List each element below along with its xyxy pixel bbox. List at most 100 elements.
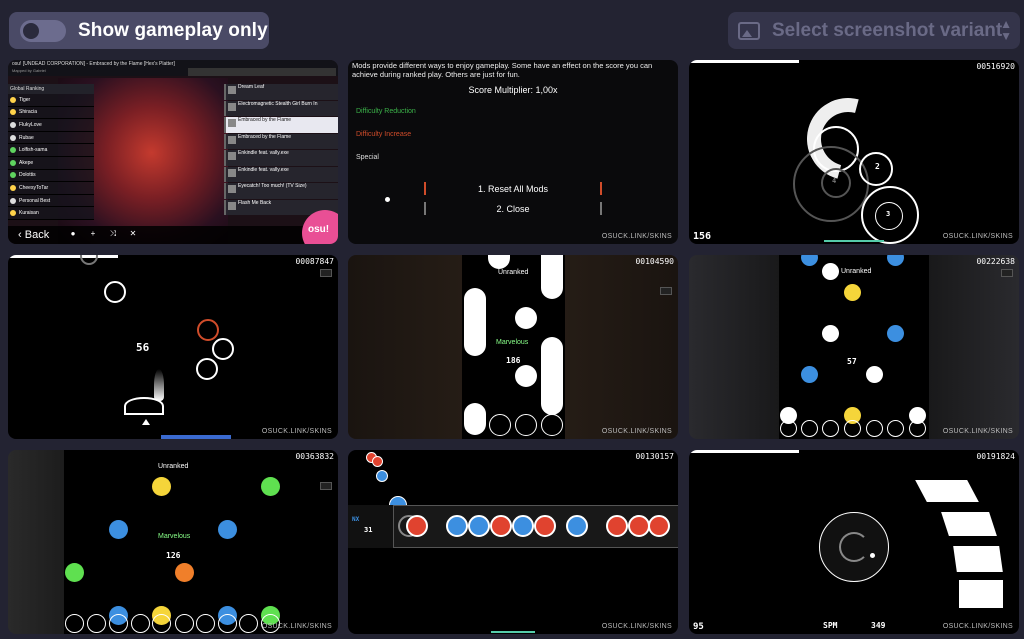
toggle-switch[interactable] — [20, 19, 66, 42]
song-select-footer: ‹ Back ● + ⤨ ✕ — [8, 226, 338, 244]
progress-bar — [161, 435, 231, 439]
player-name: FlukyLove — [19, 121, 42, 128]
screenshot-variant-select[interactable]: Select screenshot variant ▲ ▼ — [728, 12, 1020, 49]
song-list: Dream Leaf Electromagnetic Stealth Girl B… — [224, 84, 338, 215]
song-thumbnail — [228, 119, 236, 127]
gameplay-only-toggle[interactable]: Show gameplay only — [9, 12, 269, 49]
cursor-icon — [142, 419, 150, 425]
screenshot-standard-gameplay-2[interactable]: 00087847 56 OSUCK.LINK/SKINS — [8, 255, 338, 439]
combo-number: 126 — [166, 551, 181, 560]
song-thumbnail — [228, 201, 236, 210]
song-item: Dream Leaf — [224, 84, 338, 100]
song-name: Enkindle feat. vally.exe — [238, 166, 289, 173]
spinner-inner — [839, 532, 869, 562]
screenshot-mania-7k[interactable]: Unranked 57 00222638 OSUCK.LINK/SKINS — [689, 255, 1019, 439]
chevron-updown-icon: ▲ ▼ — [1000, 17, 1012, 43]
rank-icon — [10, 197, 16, 204]
rank-icon — [10, 109, 16, 116]
rank-icon — [10, 210, 16, 217]
hold-note-3 — [541, 337, 563, 415]
note-blue-4 — [566, 515, 588, 537]
leaderboard-row: Shiracia — [8, 106, 94, 120]
screenshot-spinner[interactable]: 00191824 95 SPM 349 OSUCK.LINK/SKINS — [689, 450, 1019, 634]
screenshot-mod-select[interactable]: Mods provide different ways to enjoy gam… — [348, 60, 678, 244]
pause-button — [320, 269, 332, 277]
song-name: Flash Me Back — [238, 199, 272, 206]
score-multiplier: Score Multiplier: 1,00x — [468, 85, 558, 95]
receptor-3 — [109, 614, 128, 633]
screenshot-mania-large[interactable]: Unranked Marvelous 126 00363832 OSUCK.LI… — [8, 450, 338, 634]
receptor-2 — [489, 414, 511, 436]
combo-number: 57 — [847, 357, 857, 366]
song-name: Embraced by the Flame — [238, 117, 292, 123]
judgement-label: Marvelous — [158, 533, 191, 540]
receptor-5 — [152, 614, 171, 633]
leaderboard-row: Tiger — [8, 94, 94, 107]
player-name: CheesyToTar — [19, 184, 49, 191]
receptor-1 — [780, 420, 797, 437]
player-name: Dolottis — [19, 172, 36, 179]
song-thumbnail — [228, 102, 236, 111]
receptor-6 — [175, 614, 194, 633]
health-bar — [689, 450, 799, 453]
receptor-4 — [844, 420, 861, 437]
rank-icon — [10, 121, 16, 128]
unranked-label: Unranked — [841, 268, 872, 275]
watermark: OSUCK.LINK/SKINS — [261, 428, 332, 435]
rpm-bar-1 — [915, 480, 979, 502]
hit-circle-a — [104, 281, 126, 303]
toggle-knob — [23, 22, 39, 39]
hit-circle-top — [80, 255, 98, 265]
difficulty-increase-label: Difficulty Increase — [356, 131, 412, 138]
note-red-6 — [648, 515, 670, 537]
hit-circle-b — [212, 338, 234, 360]
note-red-2 — [490, 515, 512, 537]
note-blue-2 — [218, 520, 237, 539]
osu-logo: osu! — [302, 210, 338, 244]
playfield — [64, 450, 286, 634]
toggle-label: Show gameplay only — [78, 19, 268, 41]
note-blue-2 — [468, 515, 490, 537]
rpm-bar-4 — [959, 580, 1003, 608]
note-white-2 — [822, 325, 839, 342]
song-name: Enkindle feat. vally.exe — [238, 150, 289, 156]
song-name: Embraced by the Flame — [238, 133, 292, 140]
watermark: OSUCK.LINK/SKINS — [261, 623, 332, 630]
note-red-3 — [534, 515, 556, 537]
screenshot-standard-gameplay[interactable]: 00516920 2 4 3 156 OSUCK.LINK/SKINS — [689, 60, 1019, 244]
note-2 — [515, 307, 537, 329]
screenshot-mania-4k[interactable]: Unranked Marvelous 186 00104590 OSUCK.LI… — [348, 255, 678, 439]
close-button: 2. Close — [496, 204, 530, 214]
receptor-6 — [887, 420, 904, 437]
song-name: Eyecatch! Too much! (TV Size) — [238, 183, 307, 189]
song-item: Embraced by the Flame — [224, 133, 338, 149]
progress-bar — [824, 240, 884, 242]
rank-icon — [10, 184, 16, 191]
player-name: Akepe — [19, 159, 34, 166]
options-icon: ✕ — [129, 229, 137, 238]
screenshot-taiko[interactable]: NX 31 00130157 OSUCK.LINK/SKINS — [348, 450, 678, 634]
score: 00087847 — [295, 257, 334, 266]
leaderboard-row: Personal Best — [8, 194, 94, 208]
leaderboard-row: Kuraisan — [8, 207, 94, 220]
image-icon — [738, 21, 760, 40]
unranked-label: Unranked — [498, 269, 529, 276]
score: 00191824 — [976, 452, 1015, 461]
circle-number-3: 3 — [886, 210, 891, 218]
leaderboard-row: Dolottis — [8, 169, 94, 183]
pause-button — [1001, 269, 1013, 277]
note-red-top-2 — [372, 456, 383, 467]
note-yellow-1 — [152, 477, 171, 496]
rpm-bar-2 — [941, 512, 997, 536]
note-red-1 — [406, 515, 428, 537]
song-mapper: Mapped by Gabriel — [12, 68, 46, 73]
screenshot-song-select[interactable]: osu! [UNDEAD CORPORATION] - Embraced by … — [8, 60, 338, 244]
receptor-3 — [515, 414, 537, 436]
rank-icon — [10, 96, 16, 103]
note-orange-1 — [175, 563, 194, 582]
song-thumbnail — [228, 185, 236, 193]
song-title: osu! [UNDEAD CORPORATION] - Embraced by … — [12, 61, 175, 67]
note-blue-1 — [446, 515, 468, 537]
health-bar — [689, 60, 799, 63]
combo-counter: 156 — [693, 231, 712, 242]
